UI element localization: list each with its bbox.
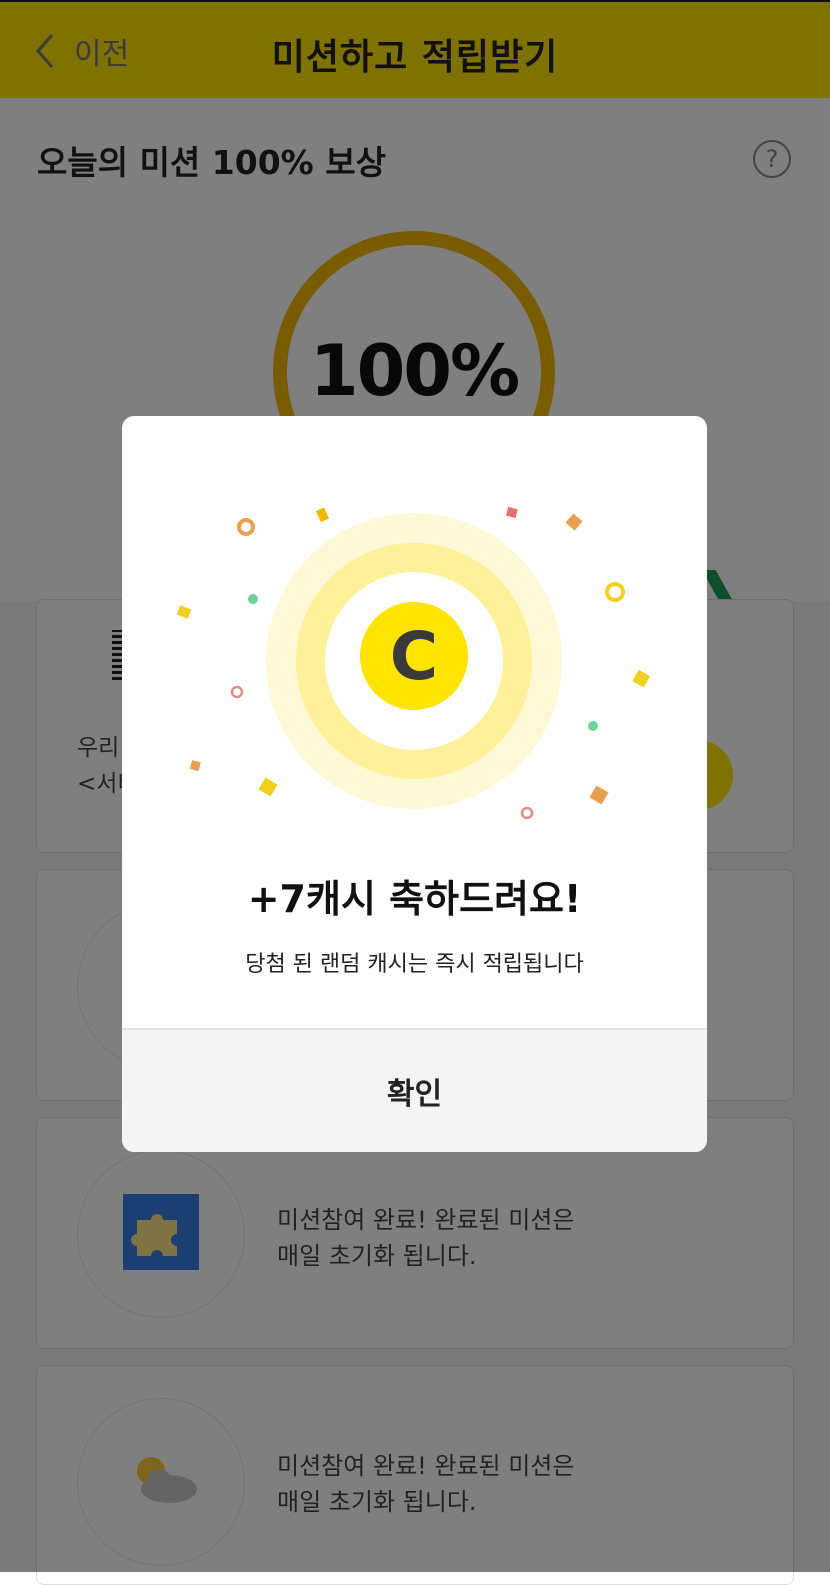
reward-subtitle: 당첨 된 랜덤 캐시는 즉시 적립됩니다	[245, 952, 584, 977]
coin-letter: C	[390, 618, 438, 695]
coin-celebration-graphic: C	[176, 506, 651, 820]
reward-title: +7캐시 축하드려요!	[247, 877, 582, 921]
reward-dialog: C +7캐시 축하드려요! 당첨 된 랜덤 캐시는 즉시 적립됩니다 확인	[122, 416, 707, 1152]
confirm-button[interactable]: 확인	[122, 1028, 707, 1152]
confirm-label: 확인	[386, 1077, 443, 1112]
